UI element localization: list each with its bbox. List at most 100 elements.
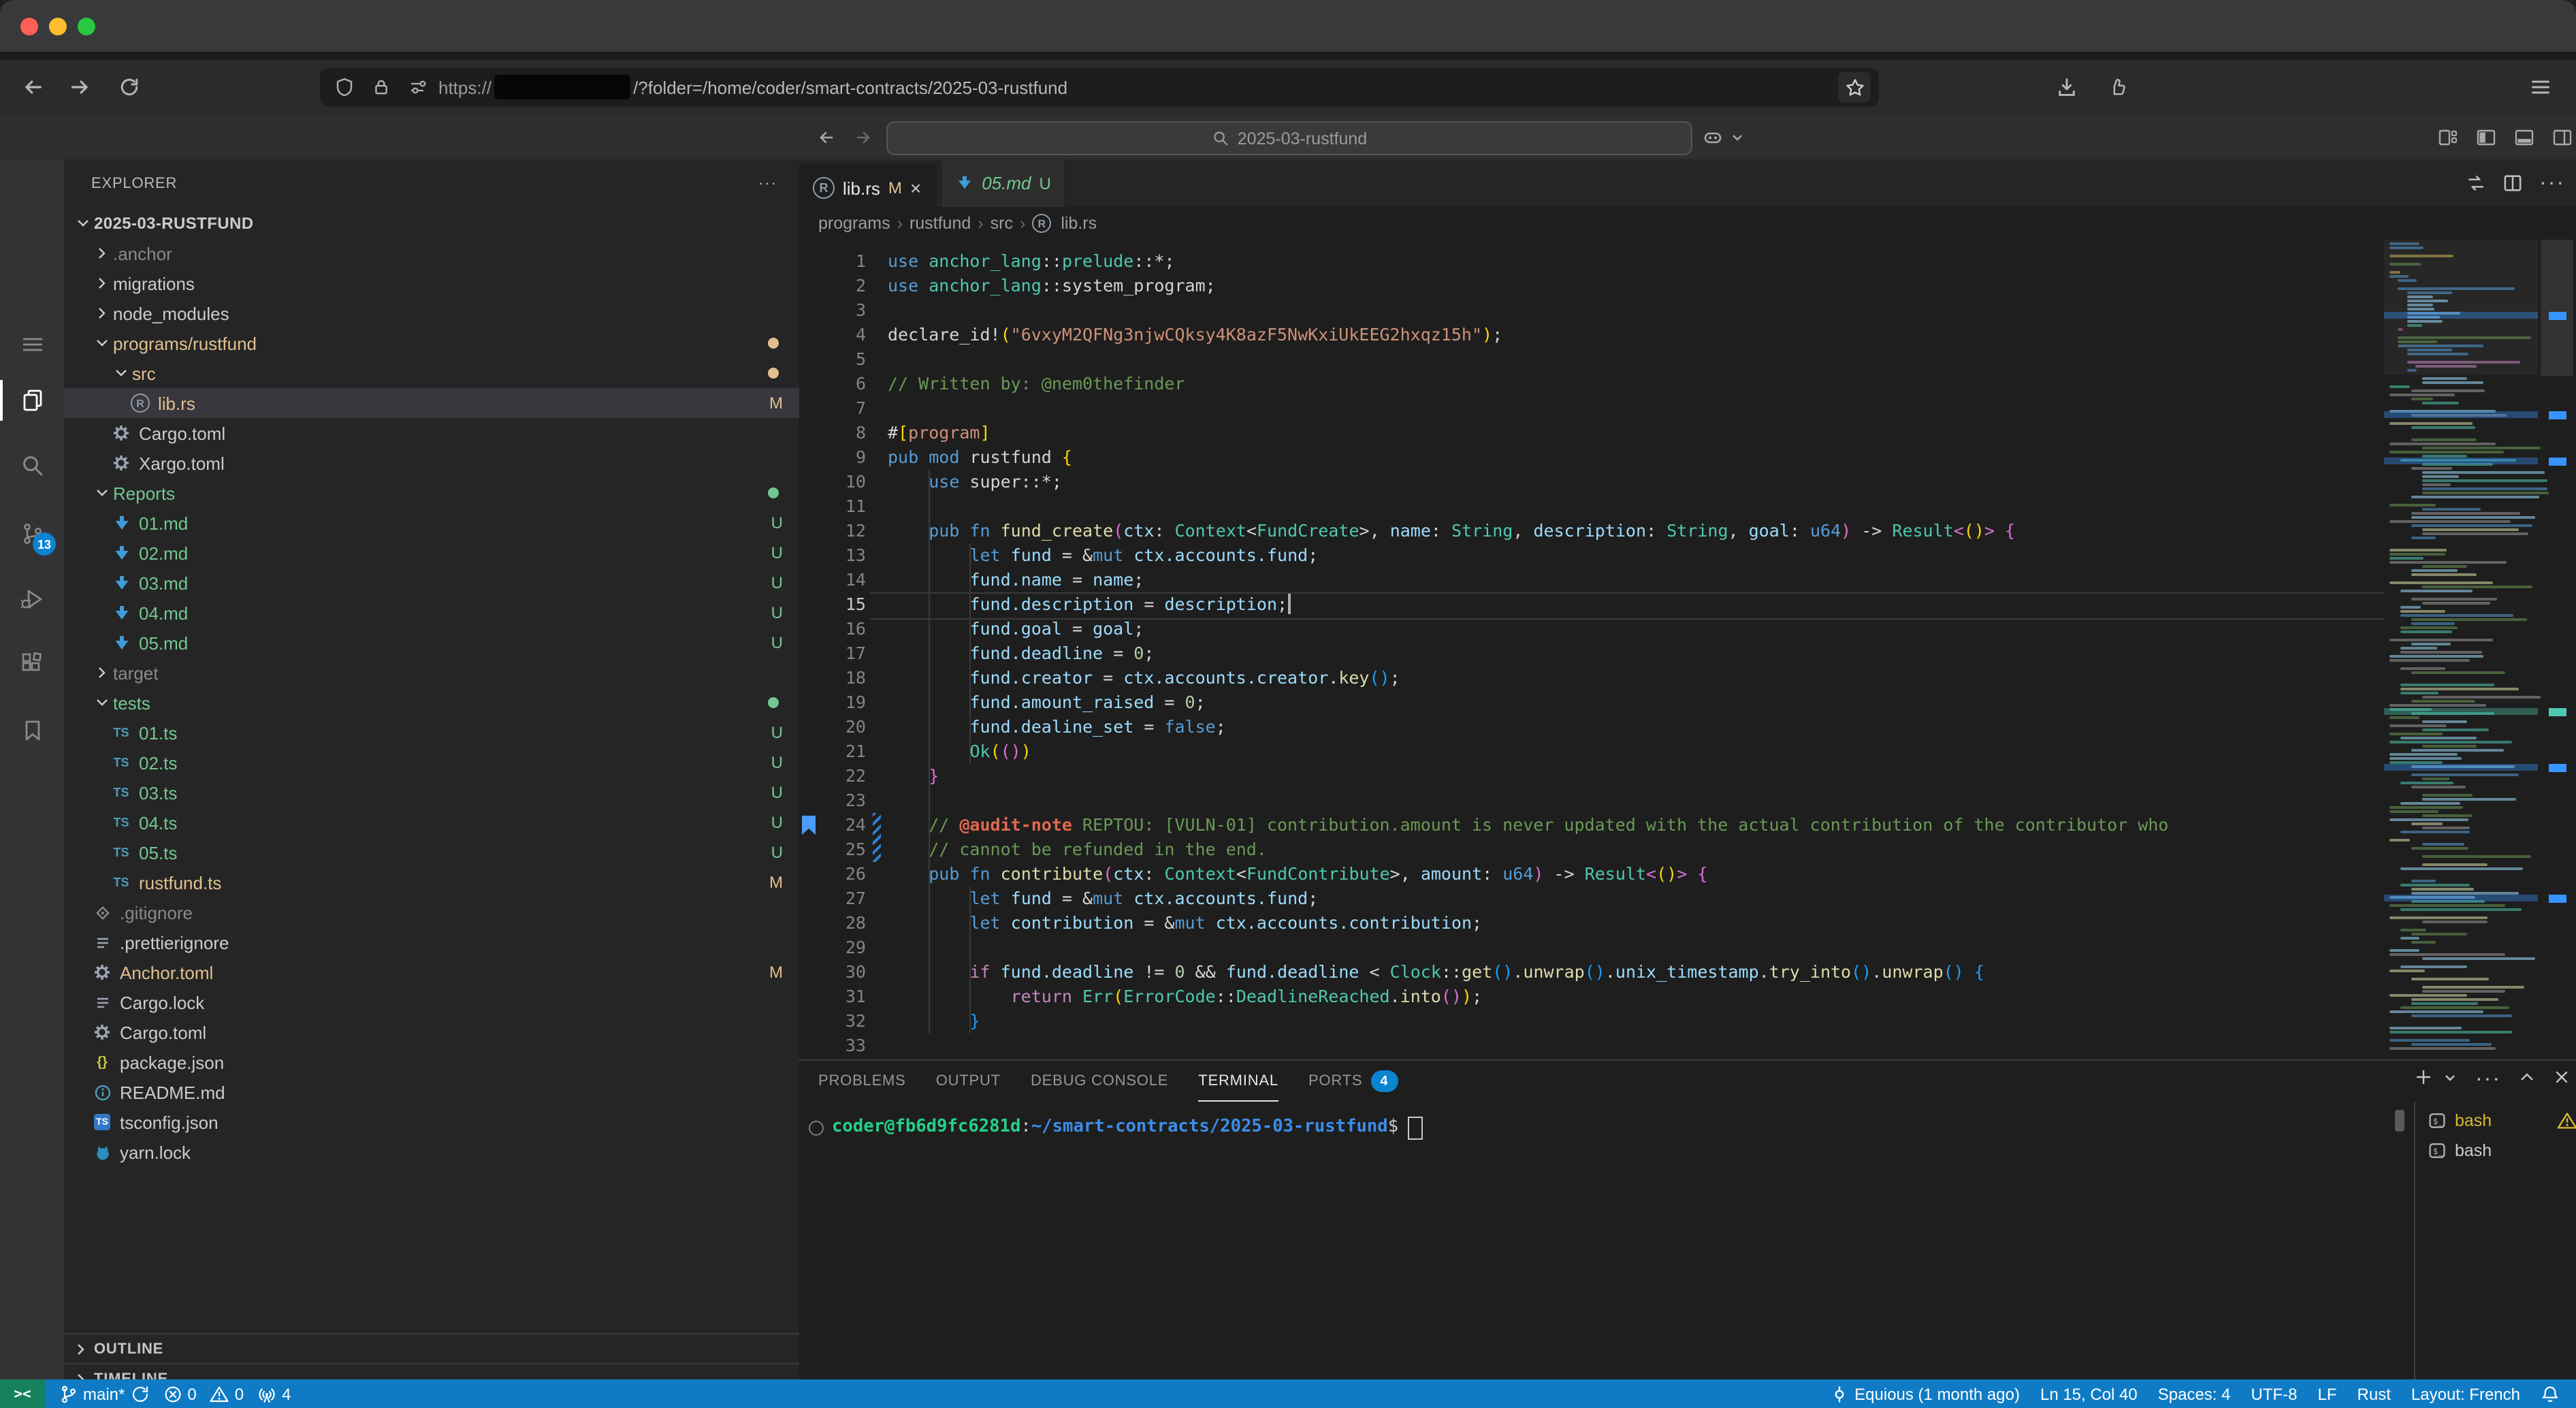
browser-back-button[interactable] (18, 72, 48, 102)
browser-extension-icon[interactable] (2102, 72, 2132, 102)
tree-item-01-md[interactable]: 01.mdU (64, 508, 799, 538)
browser-menu-icon[interactable] (2526, 72, 2556, 102)
status-cursor-position[interactable]: Ln 15, Col 40 (2040, 1384, 2138, 1403)
open-changes-icon[interactable] (2466, 173, 2486, 193)
panel-tab-debug-console[interactable]: DEBUG CONSOLE (1031, 1061, 1168, 1102)
status-warnings[interactable]: 0 (210, 1384, 244, 1403)
tree-item-tests[interactable]: tests (64, 688, 799, 718)
history-forward-icon[interactable] (850, 124, 877, 151)
terminal-list-item[interactable]: $_bash (2428, 1106, 2576, 1136)
new-terminal-icon[interactable] (2414, 1068, 2433, 1092)
terminal-list-item[interactable]: $_bash (2428, 1136, 2492, 1166)
status-encoding[interactable]: UTF-8 (2251, 1384, 2298, 1403)
command-center-search[interactable]: 2025-03-rustfund (886, 121, 1692, 155)
status-indentation[interactable]: Spaces: 4 (2158, 1384, 2231, 1403)
tab-05-md[interactable]: 05.md U (942, 159, 1066, 207)
tree-item-01-ts[interactable]: TS01.tsU (64, 718, 799, 748)
minimap[interactable] (2384, 240, 2538, 1059)
browser-url-bar[interactable]: https:// /?folder=/home/coder/smart-cont… (320, 68, 1879, 106)
activity-item-menu[interactable] (0, 324, 64, 365)
tree-item-02-md[interactable]: 02.mdU (64, 538, 799, 568)
activity-item-run-debug[interactable] (0, 579, 64, 620)
panel-more-actions-icon[interactable]: ··· (2475, 1068, 2501, 1092)
status-errors[interactable]: 0 (163, 1384, 196, 1403)
terminal[interactable]: coder@fb6d9fc6281d:~/smart-contracts/202… (806, 1115, 1423, 1140)
activity-item-explorer[interactable] (0, 380, 64, 421)
chevron-down-icon[interactable] (1724, 124, 1751, 151)
tree-item-cargo-lock[interactable]: Cargo.lock (64, 987, 799, 1017)
panel-tab-terminal[interactable]: TERMINAL (1198, 1061, 1278, 1102)
status-notifications-icon[interactable] (2541, 1384, 2560, 1403)
browser-reload-button[interactable] (114, 72, 144, 102)
activity-item-bookmarks[interactable] (0, 711, 64, 752)
code-content[interactable]: 1use anchor_lang::prelude::*;2use anchor… (799, 249, 2384, 1058)
breadcrumb[interactable]: programs›rustfund›src›Rlib.rs (799, 207, 2576, 240)
tree-item-node-modules[interactable]: node_modules (64, 298, 799, 328)
tab-lib-rs[interactable]: R lib.rs M × (799, 164, 936, 212)
history-back-icon[interactable] (813, 124, 840, 151)
explorer-more-actions-icon[interactable]: ··· (758, 176, 777, 192)
activity-item-search[interactable] (0, 445, 64, 486)
status-eol[interactable]: LF (2318, 1384, 2337, 1403)
tree-item-migrations[interactable]: migrations (64, 268, 799, 298)
tree-item-03-ts[interactable]: TS03.tsU (64, 778, 799, 807)
tree-item-src[interactable]: src (64, 358, 799, 388)
tree-item-02-ts[interactable]: TS02.tsU (64, 748, 799, 778)
overview-ruler-scrollbar[interactable] (2538, 240, 2576, 1059)
shield-icon[interactable] (332, 75, 357, 99)
editor-more-actions-icon[interactable]: ··· (2539, 171, 2565, 195)
breadcrumb-item[interactable]: lib.rs (1061, 214, 1097, 233)
tree-item-readme-md[interactable]: README.md (64, 1077, 799, 1107)
toggle-secondary-sidebar-icon[interactable] (2549, 124, 2576, 151)
tree-item-03-md[interactable]: 03.mdU (64, 568, 799, 598)
panel-tab-problems[interactable]: PROBLEMS (818, 1061, 906, 1102)
bookmark-star-icon[interactable] (1838, 72, 1871, 102)
tree-item-reports[interactable]: Reports (64, 478, 799, 508)
tree-item-anchor-toml[interactable]: Anchor.tomlM (64, 957, 799, 987)
tree-item--prettierignore[interactable]: .prettierignore (64, 927, 799, 957)
status-last-commit[interactable]: Equious (1 month ago) (1830, 1384, 2020, 1403)
minimize-window-button[interactable] (49, 18, 67, 35)
code-editor[interactable]: 1use anchor_lang::prelude::*;2use anchor… (799, 240, 2576, 1059)
tree-item-target[interactable]: target (64, 658, 799, 688)
tree-item-cargo-toml[interactable]: Cargo.toml (64, 418, 799, 448)
breadcrumb-item[interactable]: src (991, 214, 1013, 233)
tree-item-yarn-lock[interactable]: yarn.lock (64, 1137, 799, 1167)
tree-item-2025-03-rustfund[interactable]: 2025-03-RUSTFUND (64, 208, 799, 238)
remote-indicator[interactable]: >< (0, 1379, 45, 1408)
status-ports[interactable]: 4 (257, 1384, 291, 1403)
terminal-dropdown-icon[interactable] (2443, 1068, 2458, 1092)
activity-item-extensions[interactable] (0, 644, 64, 685)
status-keyboard-layout[interactable]: Layout: French (2411, 1384, 2520, 1403)
panel-tab-output[interactable]: OUTPUT (936, 1061, 1001, 1102)
terminal-list-sash[interactable] (2414, 1102, 2415, 1381)
browser-forward-button[interactable] (65, 72, 95, 102)
customize-layout-icon[interactable] (2434, 124, 2462, 151)
status-branch[interactable]: main* (59, 1384, 149, 1403)
close-panel-icon[interactable] (2553, 1068, 2571, 1092)
tree-item-tsconfig-json[interactable]: TStsconfig.json (64, 1107, 799, 1137)
split-editor-icon[interactable] (2502, 173, 2523, 193)
close-tab-icon[interactable]: × (910, 177, 921, 199)
toggle-sidebar-icon[interactable] (2473, 124, 2500, 151)
breadcrumb-item[interactable]: programs (818, 214, 890, 233)
tree-item-package-json[interactable]: {}package.json (64, 1047, 799, 1077)
tree-item-lib-rs[interactable]: Rlib.rsM (64, 388, 799, 418)
downloads-icon[interactable] (2052, 72, 2082, 102)
tree-item-04-md[interactable]: 04.mdU (64, 598, 799, 628)
outline-section-header[interactable]: OUTLINE (64, 1333, 799, 1364)
tree-item-cargo-toml[interactable]: Cargo.toml (64, 1017, 799, 1047)
close-window-button[interactable] (20, 18, 38, 35)
tree-item-programs-rustfund[interactable]: programs/rustfund (64, 328, 799, 358)
tree-item-rustfund-ts[interactable]: TSrustfund.tsM (64, 867, 799, 897)
lock-icon[interactable] (369, 75, 393, 99)
permissions-toggles-icon[interactable] (406, 75, 430, 99)
tree-item-05-md[interactable]: 05.mdU (64, 628, 799, 658)
status-language[interactable]: Rust (2357, 1384, 2391, 1403)
tree-item--gitignore[interactable]: .gitignore (64, 897, 799, 927)
tree-item-05-ts[interactable]: TS05.tsU (64, 837, 799, 867)
tree-item-xargo-toml[interactable]: Xargo.toml (64, 448, 799, 478)
maximize-panel-icon[interactable] (2519, 1068, 2535, 1092)
panel-tab-ports[interactable]: PORTS4 (1308, 1061, 1398, 1102)
toggle-panel-icon[interactable] (2511, 124, 2538, 151)
